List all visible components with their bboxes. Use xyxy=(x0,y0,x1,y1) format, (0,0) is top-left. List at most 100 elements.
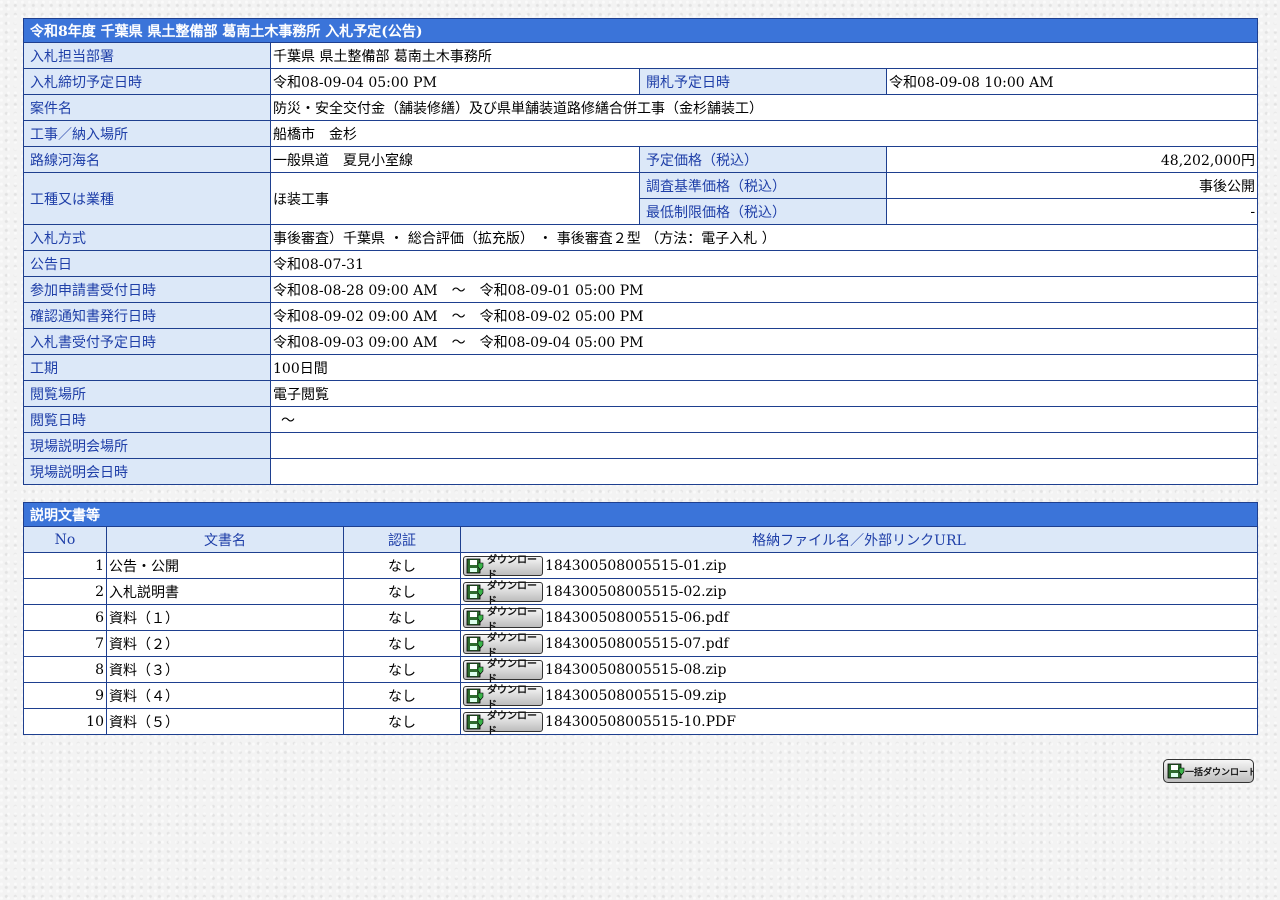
apply-label: 参加申請書受付日時 xyxy=(23,276,271,303)
download-button[interactable]: ダウンロード xyxy=(463,633,543,659)
download-button[interactable]: ダウンロード xyxy=(463,555,543,581)
period-value: 100日間 xyxy=(269,354,1259,381)
min-price-label: 最低制限価格（税込） xyxy=(639,198,887,225)
doc-file-name: 184300508005515-09.zip xyxy=(545,687,727,704)
doc-auth: なし xyxy=(343,630,461,657)
method-value: 事後審査）千葉県 ・ 総合評価（拡充版） ・ 事後審査２型 （方法：電子入札 ） xyxy=(269,224,1259,251)
project-value: 防災・安全交付金（舗装修繕）及び県単舗装道路修繕合併工事（金杉舗装工） xyxy=(269,94,1259,121)
doc-file-cell: ダウンロード 184300508005515-08.zip xyxy=(460,656,1258,685)
doc-file-cell: ダウンロード 184300508005515-10.PDF xyxy=(460,708,1258,737)
place-value: 船橋市 金杉 xyxy=(269,120,1259,147)
doc-file-cell: ダウンロード 184300508005515-02.zip xyxy=(460,578,1258,607)
category-label: 工種又は業種 xyxy=(23,172,271,225)
doc-name: 公告・公開 xyxy=(106,552,344,579)
doc-name: 資料（４） xyxy=(106,682,344,709)
doc-file-name: 184300508005515-07.pdf xyxy=(545,635,729,652)
download-button[interactable]: ダウンロード xyxy=(463,659,543,685)
period-label: 工期 xyxy=(23,354,271,381)
doc-name: 資料（３） xyxy=(106,656,344,683)
download-button[interactable]: ダウンロード xyxy=(463,685,543,711)
method-label: 入札方式 xyxy=(23,224,271,251)
floppy-download-icon xyxy=(466,558,484,574)
doc-name: 資料（２） xyxy=(106,630,344,657)
doc-file-cell: ダウンロード 184300508005515-06.pdf xyxy=(460,604,1258,633)
page-content: 令和8年度 千葉県 県土整備部 葛南土木事務所 入札予定(公告) 入札担当部署 … xyxy=(22,18,1259,737)
doc-row: 6 資料（１） なし ダウンロード 184300508005515-06.pdf xyxy=(23,604,1258,633)
site-place-label: 現場説明会場所 xyxy=(23,432,271,459)
route-label: 路線河海名 xyxy=(23,146,271,173)
doc-no: 7 xyxy=(23,630,107,657)
doc-file-name: 184300508005515-10.PDF xyxy=(545,713,736,730)
download-button[interactable]: ダウンロード xyxy=(463,607,543,633)
site-time-label: 現場説明会日時 xyxy=(23,458,271,485)
floppy-download-icon xyxy=(466,662,484,678)
doc-auth: なし xyxy=(343,578,461,605)
doc-name: 入札説明書 xyxy=(106,578,344,605)
doc-rows: 1 公告・公開 なし ダウンロード 184300508005515-01.zip 2 入札説… xyxy=(23,552,1258,737)
doc-auth: なし xyxy=(343,656,461,683)
doc-row: 7 資料（２） なし ダウンロード 184300508005515-07.pdf xyxy=(23,630,1258,659)
notice-table: 令和8年度 千葉県 県土整備部 葛南土木事務所 入札予定(公告) 入札担当部署 … xyxy=(22,18,1259,485)
doc-file-name: 184300508005515-08.zip xyxy=(545,661,727,678)
doc-no: 8 xyxy=(23,656,107,683)
doc-file-cell: ダウンロード 184300508005515-07.pdf xyxy=(460,630,1258,659)
view-time-value: ～ xyxy=(269,406,1259,433)
apply-value: 令和08-08-28 09:00 AM ～ 令和08-09-01 05:00 P… xyxy=(269,276,1259,303)
doc-file-cell: ダウンロード 184300508005515-01.zip xyxy=(460,552,1258,581)
site-time-value xyxy=(269,458,1259,485)
download-button[interactable]: ダウンロード xyxy=(463,581,543,607)
doc-auth: なし xyxy=(343,604,461,631)
price-label: 予定価格（税込） xyxy=(639,146,887,173)
category-value: ほ装工事 xyxy=(270,172,640,225)
opening-value: 令和08-09-08 10:00 AM xyxy=(885,68,1259,95)
doc-no: 2 xyxy=(23,578,107,605)
doc-file-name: 184300508005515-06.pdf xyxy=(545,609,729,626)
doc-auth: なし xyxy=(343,682,461,709)
site-place-value xyxy=(269,432,1259,459)
docs-title: 説明文書等 xyxy=(23,502,1258,527)
opening-label: 開札予定日時 xyxy=(639,68,887,95)
min-price-value: - xyxy=(885,198,1259,225)
doc-no: 1 xyxy=(23,552,107,579)
doc-row: 1 公告・公開 なし ダウンロード 184300508005515-01.zip xyxy=(23,552,1258,581)
doc-row: 9 資料（４） なし ダウンロード 184300508005515-09.zip xyxy=(23,682,1258,711)
doc-name: 資料（１） xyxy=(106,604,344,631)
col-header-auth: 認証 xyxy=(343,526,461,553)
confirm-value: 令和08-09-02 09:00 AM ～ 令和08-09-02 05:00 P… xyxy=(269,302,1259,329)
doc-row: 8 資料（３） なし ダウンロード 184300508005515-08.zip xyxy=(23,656,1258,685)
col-header-name: 文書名 xyxy=(106,526,344,553)
floppy-download-icon xyxy=(466,714,484,730)
survey-price-label: 調査基準価格（税込） xyxy=(639,172,887,199)
view-place-label: 閲覧場所 xyxy=(23,380,271,407)
doc-auth: なし xyxy=(343,708,461,735)
survey-price-value: 事後公開 xyxy=(885,172,1259,199)
doc-no: 9 xyxy=(23,682,107,709)
floppy-download-icon xyxy=(466,688,484,704)
doc-file-name: 184300508005515-01.zip xyxy=(545,557,727,574)
floppy-download-icon xyxy=(1167,763,1185,779)
project-label: 案件名 xyxy=(23,94,271,121)
announce-label: 公告日 xyxy=(23,250,271,277)
bid-accept-label: 入札書受付予定日時 xyxy=(23,328,271,355)
floppy-download-icon xyxy=(466,584,484,600)
dept-value: 千葉県 県土整備部 葛南土木事務所 xyxy=(269,42,1259,69)
doc-auth: なし xyxy=(343,552,461,579)
doc-file-cell: ダウンロード 184300508005515-09.zip xyxy=(460,682,1258,711)
floppy-download-icon xyxy=(466,636,484,652)
deadline-value: 令和08-09-04 05:00 PM xyxy=(270,68,640,95)
doc-row: 2 入札説明書 なし ダウンロード 184300508005515-02.zip xyxy=(23,578,1258,607)
doc-file-name: 184300508005515-02.zip xyxy=(545,583,727,600)
doc-name: 資料（５） xyxy=(106,708,344,735)
bulk-download-button[interactable]: 一括ダウンロード xyxy=(1163,759,1254,783)
dept-label: 入札担当部署 xyxy=(23,42,271,69)
bid-accept-value: 令和08-09-03 09:00 AM ～ 令和08-09-04 05:00 P… xyxy=(269,328,1259,355)
deadline-label: 入札締切予定日時 xyxy=(23,68,271,95)
announce-value: 令和08-07-31 xyxy=(269,250,1259,277)
download-button[interactable]: ダウンロード xyxy=(463,711,543,737)
notice-title: 令和8年度 千葉県 県土整備部 葛南土木事務所 入札予定(公告) xyxy=(22,18,1259,43)
confirm-label: 確認通知書発行日時 xyxy=(23,302,271,329)
floppy-download-icon xyxy=(466,610,484,626)
place-label: 工事／納入場所 xyxy=(23,120,271,147)
bulk-download-label: 一括ダウンロード xyxy=(1185,767,1254,778)
